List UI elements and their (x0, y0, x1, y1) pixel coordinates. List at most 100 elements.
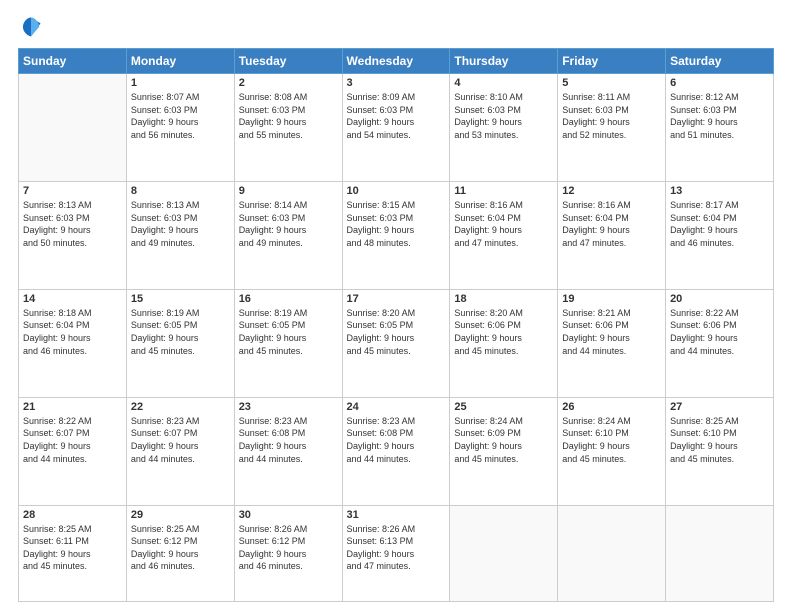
calendar-day-cell: 1Sunrise: 8:07 AMSunset: 6:03 PMDaylight… (126, 74, 234, 182)
calendar-header-cell: Thursday (450, 49, 558, 74)
day-number: 20 (670, 293, 769, 305)
day-info: Sunrise: 8:25 AMSunset: 6:10 PMDaylight:… (670, 415, 769, 465)
day-info: Sunrise: 8:18 AMSunset: 6:04 PMDaylight:… (23, 307, 122, 357)
day-number: 19 (562, 293, 661, 305)
calendar-day-cell: 30 Sunrise: 8:26 AMSunset: 6:12 PMDayligh… (234, 505, 342, 601)
calendar-day-cell: 14 Sunrise: 8:18 AMSunset: 6:04 PMDayligh… (19, 289, 127, 397)
calendar-day-cell: 29Sunrise: 8:25 AMSunset: 6:12 PMDayligh… (126, 505, 234, 601)
day-number: 18 (454, 293, 553, 305)
day-number: 2 (239, 77, 338, 89)
calendar-day-cell: 9Sunrise: 8:14 AMSunset: 6:03 PMDaylight… (234, 181, 342, 289)
calendar-day-cell: 24 Sunrise: 8:23 AMSunset: 6:08 PMDayligh… (342, 397, 450, 505)
calendar-day-cell: 8Sunrise: 8:13 AMSunset: 6:03 PMDaylight… (126, 181, 234, 289)
day-info: Sunrise: 8:22 AMSunset: 6:06 PMDaylight:… (670, 307, 769, 357)
logo-icon (20, 16, 42, 38)
calendar-day-cell: 7 Sunrise: 8:13 AMSunset: 6:03 PMDaylight… (19, 181, 127, 289)
day-info: Sunrise: 8:25 AMSunset: 6:11 PMDaylight:… (23, 523, 122, 573)
calendar-day-cell: 13 Sunrise: 8:17 AMSunset: 6:04 PMDayligh… (666, 181, 774, 289)
calendar-day-cell: 3 Sunrise: 8:09 AMSunset: 6:03 PMDaylight… (342, 74, 450, 182)
calendar-day-cell: 12 Sunrise: 8:16 AMSunset: 6:04 PMDayligh… (558, 181, 666, 289)
day-info: Sunrise: 8:19 AMSunset: 6:05 PMDaylight:… (239, 307, 338, 357)
calendar-header-cell: Sunday (19, 49, 127, 74)
day-number: 16 (239, 293, 338, 305)
day-info: Sunrise: 8:16 AMSunset: 6:04 PMDaylight:… (562, 199, 661, 249)
day-number: 10 (347, 185, 446, 197)
calendar-day-cell: 2 Sunrise: 8:08 AMSunset: 6:03 PMDaylight… (234, 74, 342, 182)
day-info: Sunrise: 8:09 AMSunset: 6:03 PMDaylight:… (347, 91, 446, 141)
calendar-day-cell: 5 Sunrise: 8:11 AMSunset: 6:03 PMDaylight… (558, 74, 666, 182)
day-info: Sunrise: 8:23 AMSunset: 6:07 PMDaylight:… (131, 415, 230, 465)
day-info: Sunrise: 8:24 AMSunset: 6:10 PMDaylight:… (562, 415, 661, 465)
day-info: Sunrise: 8:20 AMSunset: 6:05 PMDaylight:… (347, 307, 446, 357)
day-number: 7 (23, 185, 122, 197)
calendar-day-cell: 20 Sunrise: 8:22 AMSunset: 6:06 PMDayligh… (666, 289, 774, 397)
calendar-header-cell: Saturday (666, 49, 774, 74)
day-number: 15 (131, 293, 230, 305)
day-number: 21 (23, 401, 122, 413)
calendar-week-row: 14 Sunrise: 8:18 AMSunset: 6:04 PMDayligh… (19, 289, 774, 397)
day-info: Sunrise: 8:08 AMSunset: 6:03 PMDaylight:… (239, 91, 338, 141)
calendar-day-cell: 6 Sunrise: 8:12 AMSunset: 6:03 PMDaylight… (666, 74, 774, 182)
day-number: 13 (670, 185, 769, 197)
day-info: Sunrise: 8:11 AMSunset: 6:03 PMDaylight:… (562, 91, 661, 141)
day-number: 26 (562, 401, 661, 413)
day-info: Sunrise: 8:24 AMSunset: 6:09 PMDaylight:… (454, 415, 553, 465)
day-info: Sunrise: 8:13 AMSunset: 6:03 PMDaylight:… (131, 199, 230, 249)
calendar-day-cell: 4 Sunrise: 8:10 AMSunset: 6:03 PMDaylight… (450, 74, 558, 182)
calendar-day-cell: 28 Sunrise: 8:25 AMSunset: 6:11 PMDayligh… (19, 505, 127, 601)
calendar-day-cell: 15 Sunrise: 8:19 AMSunset: 6:05 PMDayligh… (126, 289, 234, 397)
day-number: 29 (131, 509, 230, 521)
calendar-day-cell: 22 Sunrise: 8:23 AMSunset: 6:07 PMDayligh… (126, 397, 234, 505)
calendar-day-cell: 26 Sunrise: 8:24 AMSunset: 6:10 PMDayligh… (558, 397, 666, 505)
day-number: 5 (562, 77, 661, 89)
calendar-day-cell: 25 Sunrise: 8:24 AMSunset: 6:09 PMDayligh… (450, 397, 558, 505)
logo-text (18, 16, 42, 40)
day-info: Sunrise: 8:20 AMSunset: 6:06 PMDaylight:… (454, 307, 553, 357)
calendar-day-cell: 17 Sunrise: 8:20 AMSunset: 6:05 PMDayligh… (342, 289, 450, 397)
calendar-week-row: 1Sunrise: 8:07 AMSunset: 6:03 PMDaylight… (19, 74, 774, 182)
day-info: Sunrise: 8:17 AMSunset: 6:04 PMDaylight:… (670, 199, 769, 249)
calendar-week-row: 7 Sunrise: 8:13 AMSunset: 6:03 PMDaylight… (19, 181, 774, 289)
day-info: Sunrise: 8:13 AMSunset: 6:03 PMDaylight:… (23, 199, 122, 249)
day-info: Sunrise: 8:15 AMSunset: 6:03 PMDaylight:… (347, 199, 446, 249)
calendar-day-cell: 27Sunrise: 8:25 AMSunset: 6:10 PMDayligh… (666, 397, 774, 505)
calendar-day-cell: 11 Sunrise: 8:16 AMSunset: 6:04 PMDayligh… (450, 181, 558, 289)
calendar-table: SundayMondayTuesdayWednesdayThursdayFrid… (18, 48, 774, 602)
day-number: 22 (131, 401, 230, 413)
day-info: Sunrise: 8:23 AMSunset: 6:08 PMDaylight:… (347, 415, 446, 465)
logo (18, 16, 42, 40)
day-number: 1 (131, 77, 230, 89)
day-number: 14 (23, 293, 122, 305)
day-info: Sunrise: 8:16 AMSunset: 6:04 PMDaylight:… (454, 199, 553, 249)
day-number: 23 (239, 401, 338, 413)
day-info: Sunrise: 8:26 AMSunset: 6:12 PMDaylight:… (239, 523, 338, 573)
header (18, 16, 774, 40)
day-number: 3 (347, 77, 446, 89)
calendar-day-cell: 21Sunrise: 8:22 AMSunset: 6:07 PMDayligh… (19, 397, 127, 505)
calendar-week-row: 28 Sunrise: 8:25 AMSunset: 6:11 PMDayligh… (19, 505, 774, 601)
day-number: 28 (23, 509, 122, 521)
day-number: 6 (670, 77, 769, 89)
calendar-header-cell: Friday (558, 49, 666, 74)
day-number: 4 (454, 77, 553, 89)
calendar-day-cell: 19 Sunrise: 8:21 AMSunset: 6:06 PMDayligh… (558, 289, 666, 397)
calendar-day-cell: 16 Sunrise: 8:19 AMSunset: 6:05 PMDayligh… (234, 289, 342, 397)
day-number: 11 (454, 185, 553, 197)
calendar-header-cell: Tuesday (234, 49, 342, 74)
day-info: Sunrise: 8:19 AMSunset: 6:05 PMDaylight:… (131, 307, 230, 357)
day-number: 31 (347, 509, 446, 521)
day-info: Sunrise: 8:21 AMSunset: 6:06 PMDaylight:… (562, 307, 661, 357)
day-number: 24 (347, 401, 446, 413)
day-number: 25 (454, 401, 553, 413)
calendar-week-row: 21Sunrise: 8:22 AMSunset: 6:07 PMDayligh… (19, 397, 774, 505)
calendar-header-cell: Monday (126, 49, 234, 74)
day-number: 17 (347, 293, 446, 305)
calendar-header-row: SundayMondayTuesdayWednesdayThursdayFrid… (19, 49, 774, 74)
day-info: Sunrise: 8:12 AMSunset: 6:03 PMDaylight:… (670, 91, 769, 141)
day-info: Sunrise: 8:23 AMSunset: 6:08 PMDaylight:… (239, 415, 338, 465)
calendar-day-cell (450, 505, 558, 601)
day-number: 30 (239, 509, 338, 521)
calendar-day-cell (558, 505, 666, 601)
day-number: 12 (562, 185, 661, 197)
day-info: Sunrise: 8:10 AMSunset: 6:03 PMDaylight:… (454, 91, 553, 141)
